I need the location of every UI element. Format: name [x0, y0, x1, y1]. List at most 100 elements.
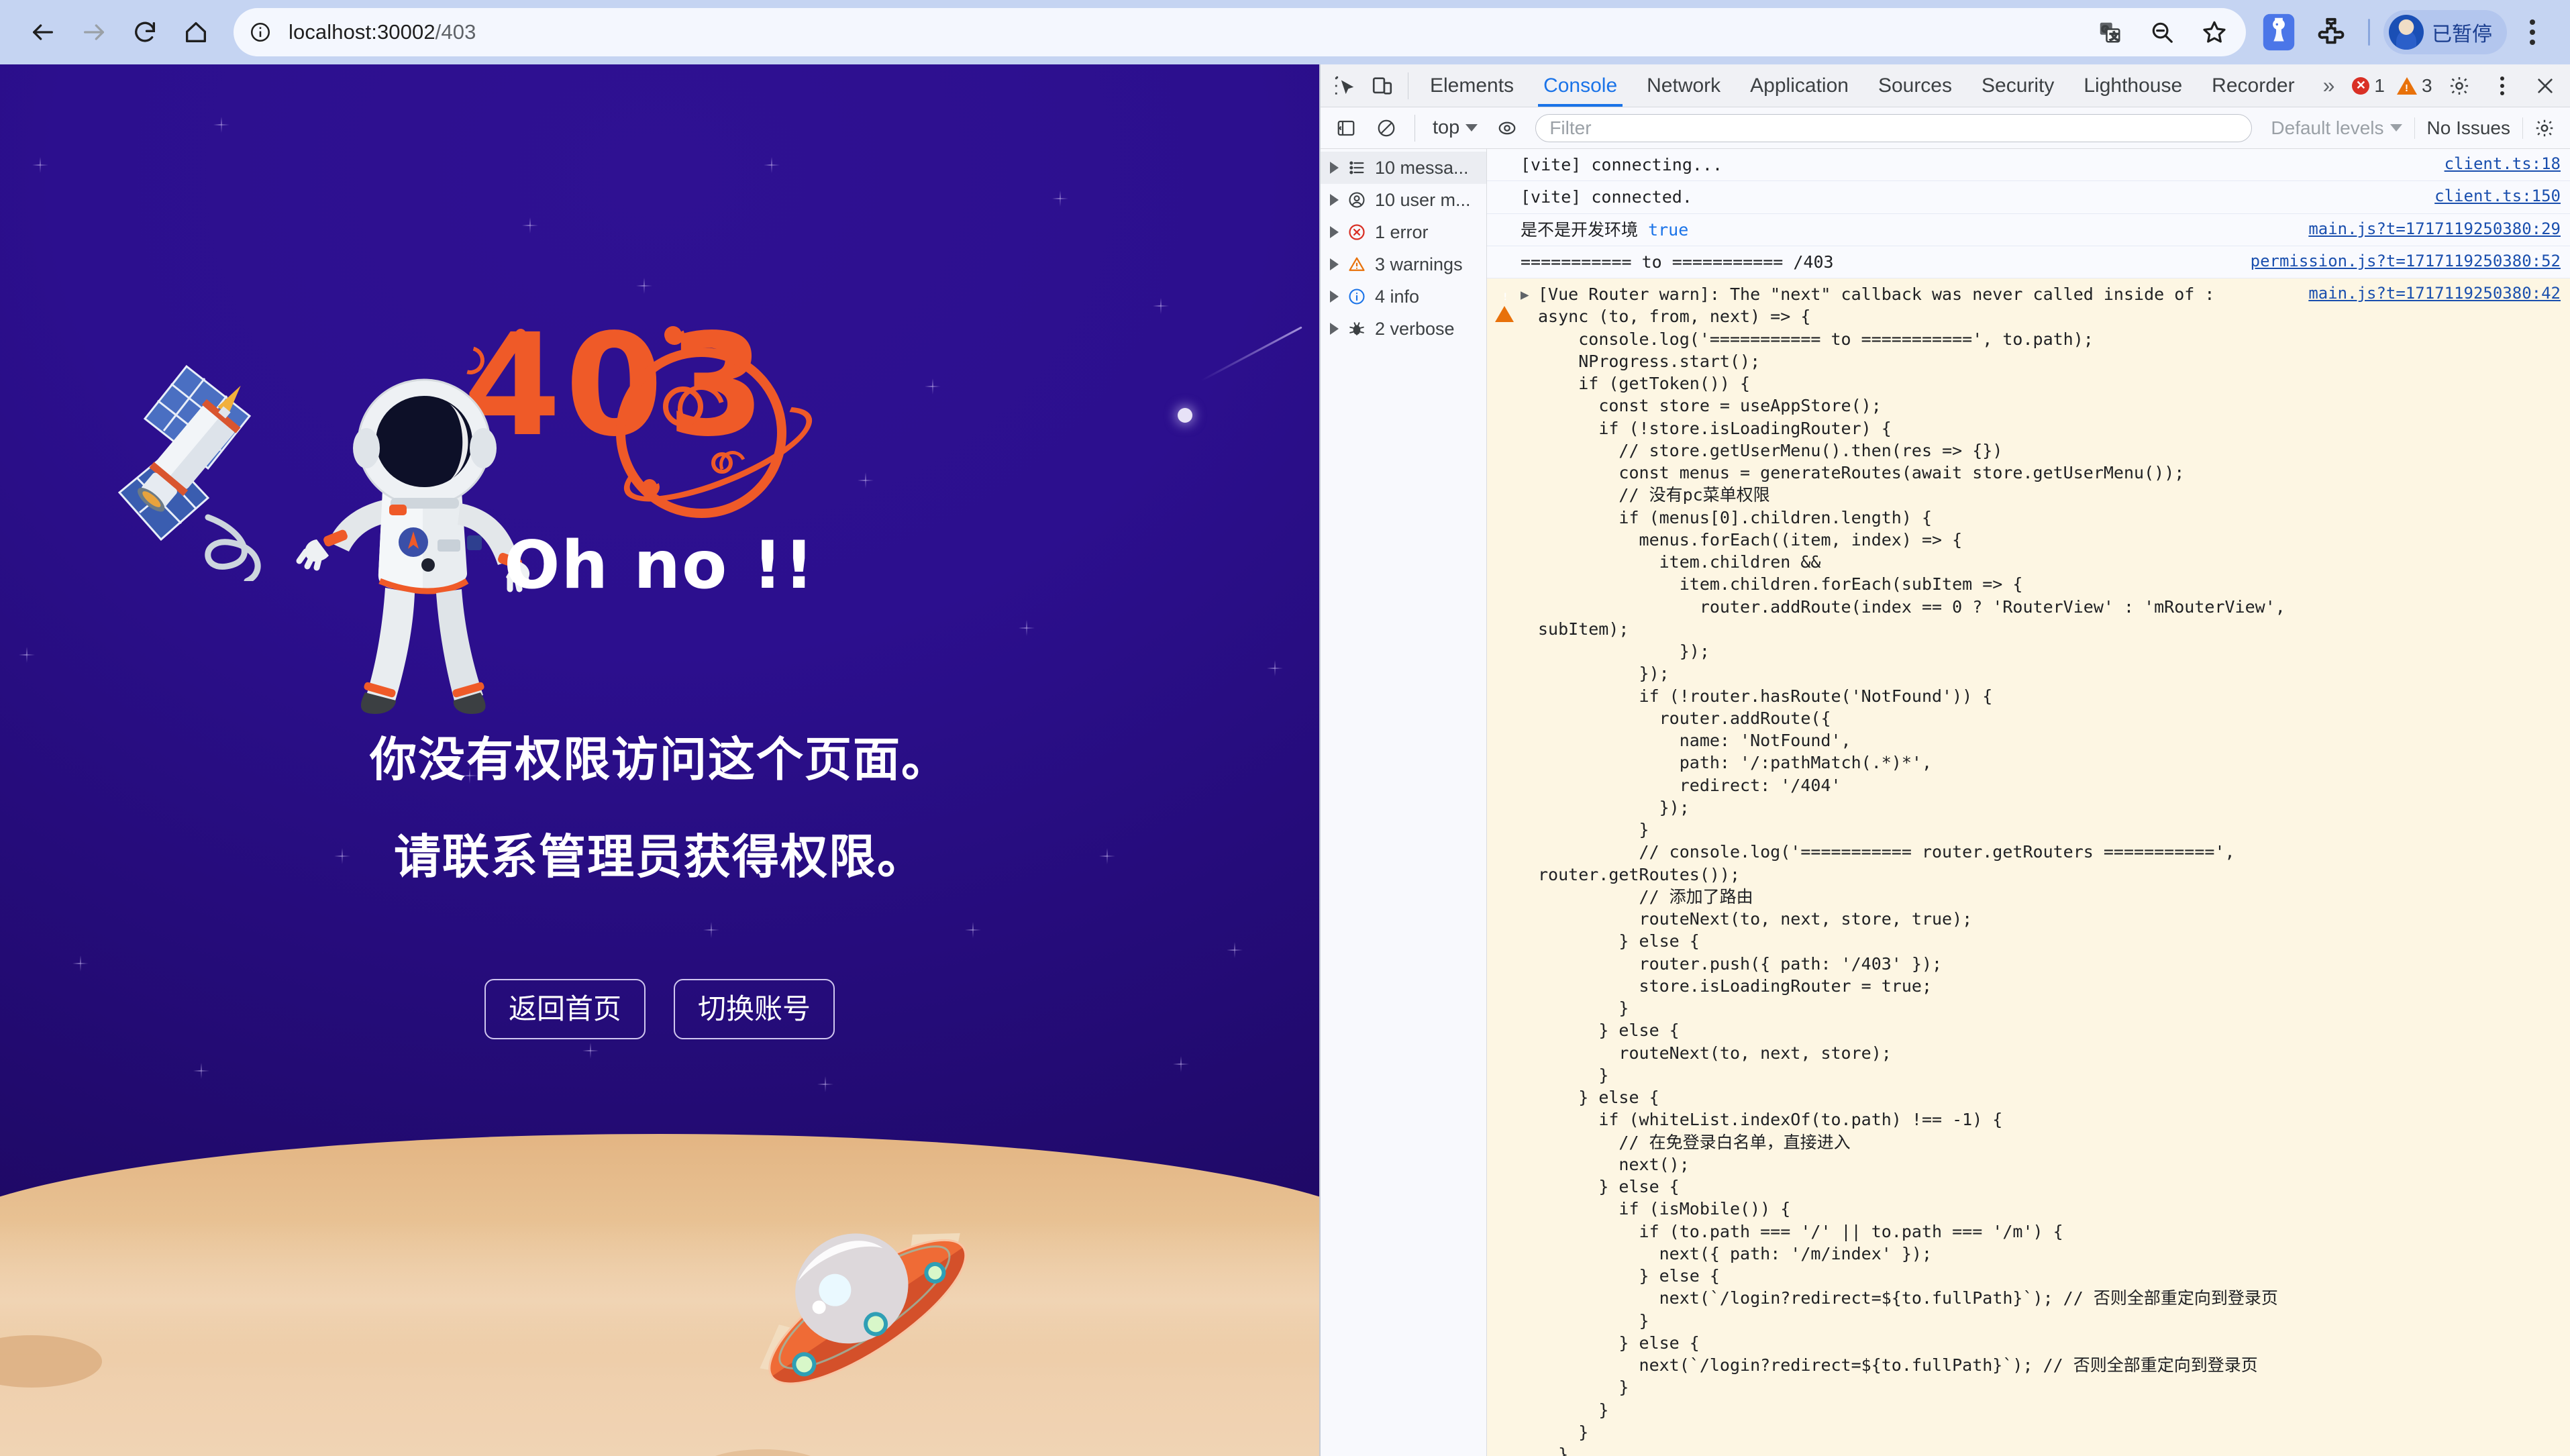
sidebar-item-label: 4 info	[1375, 287, 1419, 307]
chevron-right-icon	[1330, 162, 1339, 174]
clear-console-icon[interactable]	[1368, 109, 1405, 147]
live-expression-eye-icon[interactable]	[1488, 109, 1526, 147]
console-message[interactable]: =========== to =========== /403 permissi…	[1487, 246, 2570, 278]
warning-count-label: 3	[2422, 75, 2432, 97]
console-filter-input[interactable]	[1535, 114, 2252, 142]
page-info-icon[interactable]	[240, 12, 280, 52]
tab-recorder[interactable]: Recorder	[2197, 64, 2309, 107]
action-buttons: 返回首页 切换账号	[0, 979, 1319, 1039]
console-message-text: 是不是开发环境 true	[1521, 219, 2295, 241]
dot-4	[623, 408, 630, 415]
viewport: 403	[0, 64, 2570, 1456]
sidebar-item-user-messages[interactable]: 10 user m...	[1321, 184, 1486, 216]
sidebar-item-verbose[interactable]: 2 verbose	[1321, 313, 1486, 345]
console-message-source[interactable]: client.ts:150	[2421, 186, 2561, 207]
sidebar-item-label: 3 warnings	[1375, 254, 1463, 275]
dot-1	[515, 329, 526, 340]
toolbar-divider	[2368, 19, 2370, 46]
web-page-403: 403	[0, 64, 1319, 1456]
expand-arrow-icon[interactable]: ▶	[1521, 283, 1538, 305]
chevron-right-icon	[1330, 291, 1339, 303]
tab-console[interactable]: Console	[1529, 64, 1632, 107]
back-home-button[interactable]: 返回首页	[484, 979, 646, 1039]
console-message-list[interactable]: [vite] connecting... client.ts:18 [vite]…	[1487, 149, 2570, 1456]
tab-application[interactable]: Application	[1735, 64, 1863, 107]
info-icon	[1345, 285, 1368, 308]
profile-button[interactable]: 已暂停	[2383, 10, 2507, 54]
console-value-boolean: true	[1648, 220, 1688, 240]
list-icon	[1345, 156, 1368, 179]
devtools-menu-icon[interactable]	[2482, 67, 2522, 105]
more-tabs-icon[interactable]: »	[2310, 73, 2349, 98]
console-sidebar-toggle-icon[interactable]	[1327, 109, 1365, 147]
issues-status[interactable]: No Issues	[2414, 117, 2524, 139]
console-message-source[interactable]: permission.js?t=1717119250380:52	[2237, 251, 2561, 272]
browser-toolbar: localhost:30002/403 G 文	[0, 0, 2570, 64]
switch-account-button[interactable]: 切换账号	[674, 979, 835, 1039]
penguin-extension-icon[interactable]	[2255, 9, 2302, 56]
console-message-source[interactable]: main.js?t=1717119250380:29	[2295, 219, 2561, 240]
chevron-right-icon	[1330, 258, 1339, 270]
inspect-element-icon[interactable]	[1326, 67, 1364, 105]
browser-right-actions: 已暂停	[2255, 8, 2553, 56]
console-settings-gear-icon[interactable]	[2526, 109, 2563, 147]
address-bar[interactable]: localhost:30002/403 G 文	[234, 8, 2246, 56]
tab-sources[interactable]: Sources	[1863, 64, 1967, 107]
console-message-warning[interactable]: ▶ [Vue Router warn]: The "next" callback…	[1487, 278, 2570, 1456]
sidebar-item-info[interactable]: 4 info	[1321, 280, 1486, 313]
home-icon[interactable]	[170, 7, 221, 58]
sidebar-item-label: 2 verbose	[1375, 319, 1455, 340]
settings-gear-icon[interactable]	[2440, 67, 2478, 105]
console-body: 10 messa... 10 user m... 1 error	[1321, 149, 2570, 1456]
sidebar-item-label: 10 user m...	[1375, 190, 1471, 211]
context-selector[interactable]: top	[1425, 117, 1486, 139]
console-sidebar: 10 messa... 10 user m... 1 error	[1321, 149, 1487, 1456]
zoom-out-icon[interactable]	[2140, 10, 2184, 54]
console-message-source[interactable]: main.js?t=1717119250380:42	[2295, 283, 2561, 305]
console-message[interactable]: 是不是开发环境 true main.js?t=1717119250380:29	[1487, 214, 2570, 246]
tab-elements[interactable]: Elements	[1415, 64, 1529, 107]
sidebar-item-errors[interactable]: 1 error	[1321, 216, 1486, 248]
sidebar-item-warnings[interactable]: 3 warnings	[1321, 248, 1486, 280]
warning-icon	[1495, 287, 1514, 322]
error-icon: ✕	[2352, 77, 2369, 95]
sidebar-item-label: 1 error	[1375, 222, 1429, 243]
extensions-puzzle-icon[interactable]	[2308, 9, 2355, 56]
bookmark-star-icon[interactable]	[2192, 10, 2237, 54]
error-count-label: 1	[2374, 75, 2385, 97]
warning-icon	[2397, 77, 2417, 95]
tab-network[interactable]: Network	[1632, 64, 1735, 107]
page-message-line-1: 你没有权限访问这个页面。	[0, 722, 1319, 790]
console-message[interactable]: [vite] connected. client.ts:150	[1487, 181, 2570, 213]
reload-icon[interactable]	[119, 7, 170, 58]
chevron-down-icon	[1466, 124, 1478, 132]
tab-security[interactable]: Security	[1967, 64, 2069, 107]
chevron-down-icon	[2390, 124, 2402, 132]
svg-text:文: 文	[2110, 32, 2119, 42]
console-message[interactable]: [vite] connecting... client.ts:18	[1487, 149, 2570, 181]
log-level-selector[interactable]: Default levels	[2261, 117, 2411, 139]
back-arrow-icon[interactable]	[17, 7, 68, 58]
chevron-right-icon	[1330, 226, 1339, 238]
chrome-menu-icon[interactable]	[2512, 8, 2553, 56]
devtools-tab-list: Elements Console Network Application Sou…	[1415, 64, 2348, 107]
warning-count-badge[interactable]: 3	[2393, 75, 2436, 97]
device-toolbar-icon[interactable]	[1364, 67, 1401, 105]
error-icon	[1345, 221, 1368, 244]
console-message-text: [vite] connected.	[1521, 186, 2421, 208]
forward-arrow-icon[interactable]	[68, 7, 119, 58]
user-icon	[1345, 189, 1368, 211]
planet-surface	[0, 1134, 1319, 1456]
translate-icon[interactable]: G 文	[2088, 10, 2132, 54]
bug-icon	[1345, 317, 1368, 340]
context-label: top	[1433, 117, 1459, 139]
console-message-text: =========== to =========== /403	[1521, 251, 2237, 273]
console-message-source[interactable]: client.ts:18	[2431, 154, 2561, 175]
avatar	[2389, 15, 2424, 50]
error-count-badge[interactable]: ✕ 1	[2348, 75, 2389, 97]
console-message-text: [Vue Router warn]: The "next" callback w…	[1538, 283, 2295, 1456]
sidebar-item-label: 10 messa...	[1375, 158, 1469, 178]
close-devtools-icon[interactable]	[2526, 67, 2564, 105]
sidebar-item-messages[interactable]: 10 messa...	[1321, 152, 1486, 184]
tab-lighthouse[interactable]: Lighthouse	[2069, 64, 2197, 107]
